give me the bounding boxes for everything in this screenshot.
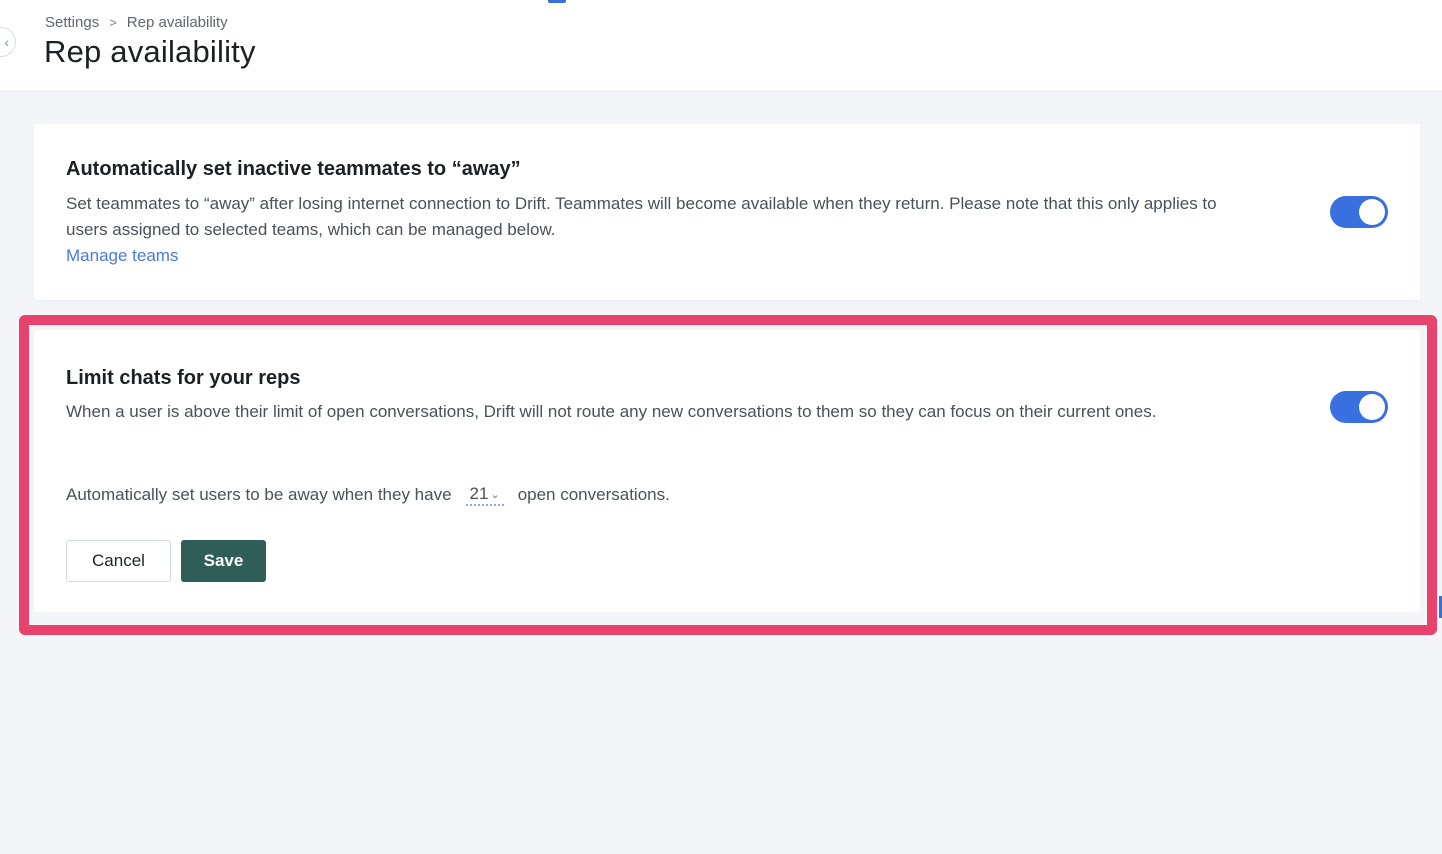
away-setting-description: Set teammates to “away” after losing int… bbox=[66, 194, 1217, 239]
manage-teams-link[interactable]: Manage teams bbox=[66, 246, 178, 266]
open-conversations-value: 21 bbox=[469, 484, 489, 503]
limit-rule-prefix: Automatically set users to be away when … bbox=[66, 485, 452, 504]
collapse-sidebar-button[interactable]: ‹ bbox=[0, 27, 16, 57]
save-button[interactable]: Save bbox=[181, 540, 266, 582]
page-header: ‹ Settings > Rep availability Rep availa… bbox=[0, 0, 1442, 92]
page-title: Rep availability bbox=[44, 34, 256, 69]
limit-rule-suffix: open conversations. bbox=[517, 485, 670, 504]
toggle-knob bbox=[1359, 199, 1385, 225]
rep-availability-page: ‹ Settings > Rep availability Rep availa… bbox=[0, 0, 1442, 854]
chevron-left-icon: ‹ bbox=[4, 34, 9, 50]
limit-chats-toggle[interactable] bbox=[1330, 391, 1388, 423]
limit-rule-row: Automatically set users to be away when … bbox=[66, 484, 670, 506]
limit-chats-card: Limit chats for your reps When a user is… bbox=[34, 330, 1420, 612]
limit-chats-title: Limit chats for your reps bbox=[66, 367, 301, 389]
breadcrumb: Settings > Rep availability bbox=[45, 14, 228, 31]
cancel-button[interactable]: Cancel bbox=[66, 540, 171, 582]
away-setting-title: Automatically set inactive teammates to … bbox=[66, 158, 521, 180]
toggle-knob bbox=[1359, 394, 1385, 420]
limit-chats-description: When a user is above their limit of open… bbox=[66, 402, 1157, 421]
top-indicator bbox=[548, 0, 566, 3]
chevron-down-icon: ⌄ bbox=[490, 488, 500, 501]
away-setting-toggle[interactable] bbox=[1330, 196, 1388, 228]
open-conversations-select[interactable]: 21 ⌄ bbox=[465, 484, 504, 506]
breadcrumb-current: Rep availability bbox=[126, 14, 228, 31]
breadcrumb-separator-icon: > bbox=[109, 15, 117, 30]
breadcrumb-settings[interactable]: Settings bbox=[45, 14, 99, 31]
away-setting-card: Automatically set inactive teammates to … bbox=[34, 124, 1420, 300]
